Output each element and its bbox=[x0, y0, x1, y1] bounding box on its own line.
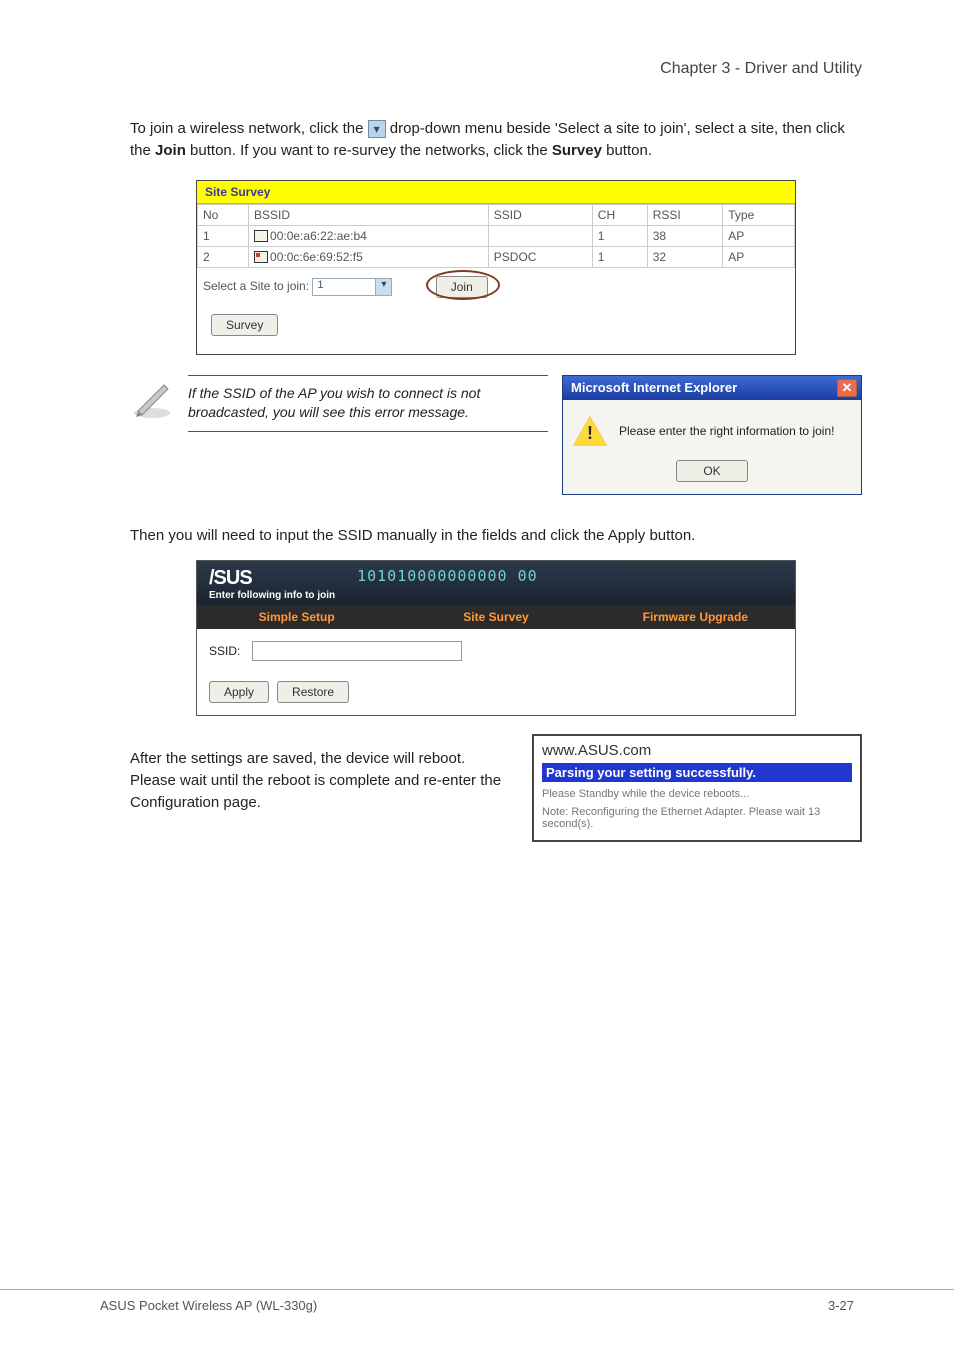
highlight-ellipse-icon bbox=[426, 270, 500, 300]
reboot-note-text: Note: Reconfiguring the Ethernet Adapter… bbox=[542, 806, 852, 830]
table-row[interactable]: 1 00:0e:a6:22:ae:b4 1 38 AP bbox=[198, 225, 795, 246]
pencil-note-icon bbox=[130, 375, 174, 419]
asus-logo: /SUS bbox=[209, 567, 335, 590]
site-survey-table: No BSSID SSID CH RSSI Type 1 00:0e:a6:22… bbox=[197, 204, 795, 268]
cell-ch: 1 bbox=[592, 225, 647, 246]
text: To join a wireless network, click the bbox=[130, 120, 368, 137]
second-paragraph: Then you will need to input the SSID man… bbox=[130, 525, 862, 547]
chapter-heading: Chapter 3 - Driver and Utility bbox=[130, 60, 862, 78]
reboot-standby-text: Please Standby while the device reboots.… bbox=[542, 788, 852, 800]
text: button. bbox=[606, 142, 652, 159]
text: button. If you want to re-survey the net… bbox=[190, 142, 552, 159]
device-icon bbox=[254, 251, 268, 263]
ok-button[interactable]: OK bbox=[676, 460, 747, 482]
cell-bssid: 00:0e:a6:22:ae:b4 bbox=[249, 225, 489, 246]
ssid-input[interactable] bbox=[252, 641, 462, 661]
dropdown-icon: ▾ bbox=[368, 120, 386, 138]
table-row[interactable]: 2 00:0c:6e:69:52:f5 PSDOC 1 32 AP bbox=[198, 246, 795, 267]
cell-rssi: 38 bbox=[647, 225, 723, 246]
survey-word: Survey bbox=[552, 142, 602, 159]
cell-no: 1 bbox=[198, 225, 249, 246]
chevron-down-icon: ▾ bbox=[375, 279, 391, 295]
cell-ssid bbox=[488, 225, 592, 246]
col-bssid: BSSID bbox=[249, 204, 489, 225]
cell-no: 2 bbox=[198, 246, 249, 267]
asus-subtitle: Enter following info to join bbox=[209, 590, 335, 601]
intro-paragraph: To join a wireless network, click the ▾ … bbox=[130, 118, 862, 162]
asus-binary-decoration: 101010000000000 00 bbox=[357, 567, 785, 585]
cell-type: AP bbox=[723, 225, 795, 246]
bssid-text: 00:0e:a6:22:ae:b4 bbox=[270, 229, 367, 243]
reboot-paragraph: After the settings are saved, the device… bbox=[130, 748, 514, 828]
note-text: If the SSID of the AP you wish to connec… bbox=[188, 375, 548, 432]
site-survey-panel: Site Survey No BSSID SSID CH RSSI Type 1… bbox=[196, 180, 796, 355]
tab-firmware-upgrade[interactable]: Firmware Upgrade bbox=[596, 605, 795, 629]
apply-button[interactable]: Apply bbox=[209, 681, 269, 703]
page-footer: ASUS Pocket Wireless AP (WL-330g) 3-27 bbox=[0, 1289, 954, 1313]
tab-simple-setup[interactable]: Simple Setup bbox=[197, 605, 396, 629]
ie-dialog-message: Please enter the right information to jo… bbox=[619, 424, 834, 438]
site-select-value: 1 bbox=[317, 279, 323, 291]
device-icon bbox=[254, 230, 268, 242]
reboot-status-panel: www.ASUS.com Parsing your setting succes… bbox=[532, 734, 862, 842]
col-type: Type bbox=[723, 204, 795, 225]
col-rssi: RSSI bbox=[647, 204, 723, 225]
footer-page-number: 3-27 bbox=[828, 1298, 854, 1313]
site-survey-title: Site Survey bbox=[197, 181, 795, 204]
cell-ssid: PSDOC bbox=[488, 246, 592, 267]
join-word: Join bbox=[155, 142, 186, 159]
survey-button[interactable]: Survey bbox=[211, 314, 278, 336]
site-select-dropdown[interactable]: 1 ▾ bbox=[312, 278, 392, 296]
tab-site-survey[interactable]: Site Survey bbox=[396, 605, 595, 629]
cell-rssi: 32 bbox=[647, 246, 723, 267]
asus-config-panel: /SUS Enter following info to join 101010… bbox=[196, 560, 796, 716]
close-icon[interactable]: ✕ bbox=[837, 379, 857, 397]
ie-dialog-title: Microsoft Internet Explorer bbox=[571, 380, 737, 395]
cell-bssid: 00:0c:6e:69:52:f5 bbox=[249, 246, 489, 267]
restore-button[interactable]: Restore bbox=[277, 681, 349, 703]
bssid-text: 00:0c:6e:69:52:f5 bbox=[270, 250, 363, 264]
cell-type: AP bbox=[723, 246, 795, 267]
cell-ch: 1 bbox=[592, 246, 647, 267]
reboot-status-message: Parsing your setting successfully. bbox=[542, 763, 852, 782]
ie-dialog: Microsoft Internet Explorer ✕ ! Please e… bbox=[562, 375, 862, 495]
col-no: No bbox=[198, 204, 249, 225]
col-ch: CH bbox=[592, 204, 647, 225]
warning-icon: ! bbox=[573, 416, 607, 446]
ssid-label: SSID: bbox=[209, 644, 240, 658]
select-site-label: Select a Site to join: bbox=[203, 279, 309, 293]
reboot-url: www.ASUS.com bbox=[542, 742, 852, 759]
col-ssid: SSID bbox=[488, 204, 592, 225]
footer-product: ASUS Pocket Wireless AP (WL-330g) bbox=[100, 1298, 317, 1313]
